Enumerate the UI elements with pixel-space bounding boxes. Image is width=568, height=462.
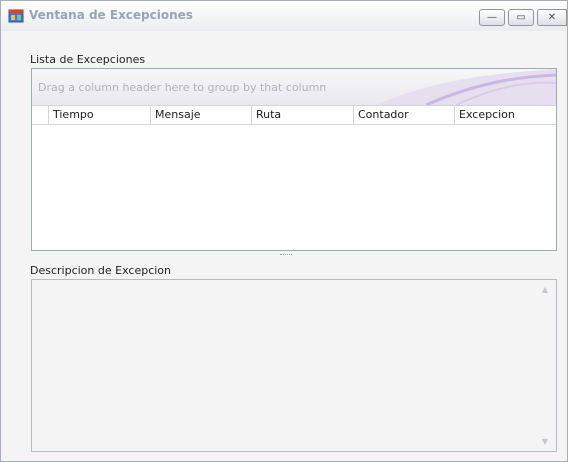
column-header-excepcion[interactable]: Excepcion [455, 106, 556, 124]
exception-description-field[interactable]: ▲ ▼ [31, 279, 557, 452]
splitter-handle[interactable] [280, 254, 292, 257]
minimize-icon: — [487, 12, 497, 23]
close-button[interactable]: ✕ [537, 9, 567, 26]
column-headers: Tiempo Mensaje Ruta Contador Excepcion [32, 105, 556, 125]
exceptions-grid[interactable]: Drag a column header here to group by th… [31, 68, 557, 251]
column-header-tiempo[interactable]: Tiempo [49, 106, 151, 124]
column-header-ruta[interactable]: Ruta [252, 106, 354, 124]
scroll-up-icon[interactable]: ▲ [542, 285, 548, 294]
window-title: Ventana de Excepciones [29, 8, 193, 22]
title-bar[interactable]: Ventana de Excepciones — ▭ ✕ [1, 1, 567, 31]
group-by-panel[interactable]: Drag a column header here to group by th… [32, 69, 556, 105]
row-indicator-header [32, 106, 49, 124]
scroll-down-icon[interactable]: ▼ [542, 437, 548, 446]
column-header-contador[interactable]: Contador [354, 106, 455, 124]
maximize-icon: ▭ [516, 12, 526, 23]
group-by-hint: Drag a column header here to group by th… [38, 81, 327, 94]
close-icon: ✕ [547, 12, 557, 23]
app-window-icon [8, 9, 24, 23]
window-controls: — ▭ ✕ [479, 9, 567, 26]
maximize-button[interactable]: ▭ [508, 9, 534, 26]
exceptions-list-label: Lista de Excepciones [30, 53, 146, 66]
exceptions-window: Ventana de Excepciones — ▭ ✕ Lista de Ex… [0, 0, 568, 462]
column-header-mensaje[interactable]: Mensaje [151, 106, 252, 124]
description-label: Descripcion de Excepcion [30, 264, 171, 277]
minimize-button[interactable]: — [479, 9, 505, 26]
decorative-swoosh [376, 69, 556, 105]
